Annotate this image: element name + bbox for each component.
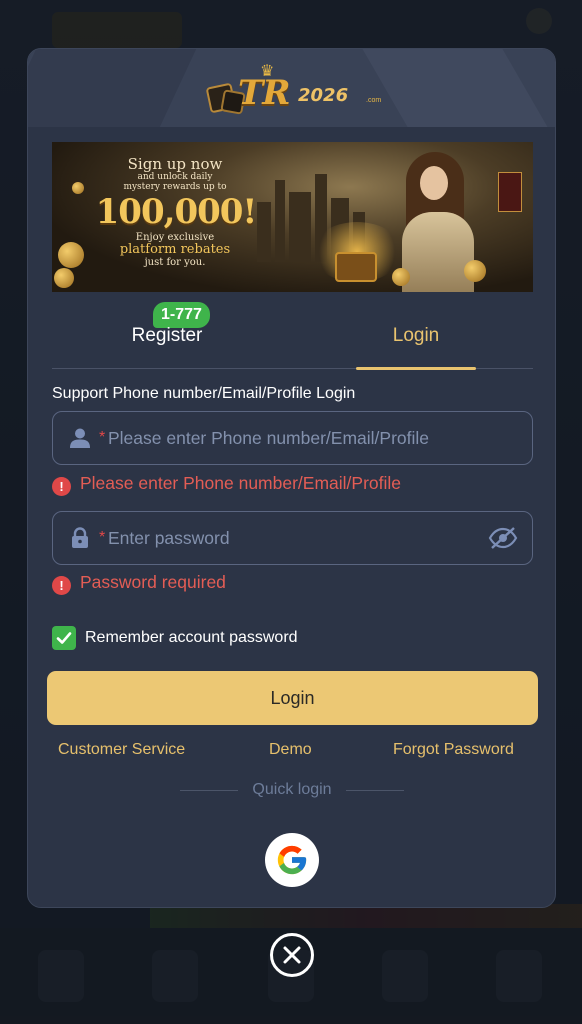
account-field[interactable]: * [52,411,533,465]
tab-register[interactable]: Register [92,325,242,367]
banner-line: mystery rewards up to [123,182,227,192]
auth-tabs: 1-777 Register Login [52,295,533,370]
banner-line: Sign up now [127,155,223,173]
checkmark-icon [56,632,72,644]
modal-header: ♛ TR 2026 .com [28,49,555,127]
coin-icon [464,260,486,282]
forgot-password-link[interactable]: Forgot Password [393,741,514,759]
google-icon [277,845,307,875]
demo-link[interactable]: Demo [269,741,312,759]
banner-line: and unlock daily [137,172,213,182]
tab-login-label: Login [392,325,440,346]
brand-logo: ♛ TR 2026 .com [205,61,382,119]
coin-icon [72,182,84,194]
banner-flag-icon [498,172,522,212]
logo-text: TR [238,73,291,113]
account-input[interactable] [108,422,488,454]
remember-label: Remember account password [85,629,298,646]
quick-login-divider: Quick login [180,781,404,801]
account-error-text: Please enter Phone number/Email/Profile [80,473,402,493]
banner-amount: 100,000! [95,192,258,232]
remember-checkbox[interactable] [52,626,76,650]
promo-banner[interactable]: Sign up now and unlock daily mystery rew… [52,142,533,292]
banner-line: just for you. [144,257,206,268]
support-label: Support Phone number/Email/Profile Login [52,385,356,402]
coin-icon [54,268,74,288]
close-modal-button[interactable] [270,933,314,977]
password-input[interactable] [108,522,488,554]
eye-off-icon[interactable] [488,526,518,550]
login-button[interactable]: Login [47,671,538,725]
banner-line: platform rebates [119,242,231,257]
close-icon [283,946,301,964]
login-modal: ♛ TR 2026 .com Sign up now and unlock da… [27,48,556,908]
password-error: ! Password required [52,572,226,595]
header-decoration [362,49,548,127]
error-icon: ! [52,576,71,595]
active-tab-indicator [356,367,476,370]
coin-icon [58,242,84,268]
divider-line [346,790,404,791]
lock-icon [72,527,88,548]
banner-text: Sign up now and unlock daily mystery rew… [96,155,258,268]
required-mark: * [99,529,106,546]
logo-year: 2026 [298,85,349,106]
error-icon: ! [52,477,71,496]
tab-register-label: Register [131,325,203,346]
coin-icon [392,268,410,286]
character-illustration [402,152,474,292]
required-mark: * [99,429,106,446]
password-field[interactable]: * [52,511,533,565]
user-icon [70,428,90,448]
remember-password[interactable]: Remember account password [52,626,298,650]
logo-domain: .com [366,97,382,104]
password-error-text: Password required [80,572,226,592]
account-error: ! Please enter Phone number/Email/Profile [52,473,401,496]
tab-login[interactable]: Login [356,325,476,370]
google-login-button[interactable] [265,833,319,887]
customer-service-link[interactable]: Customer Service [58,741,185,759]
header-decoration [28,49,197,127]
treasure-chest-icon [335,252,377,282]
